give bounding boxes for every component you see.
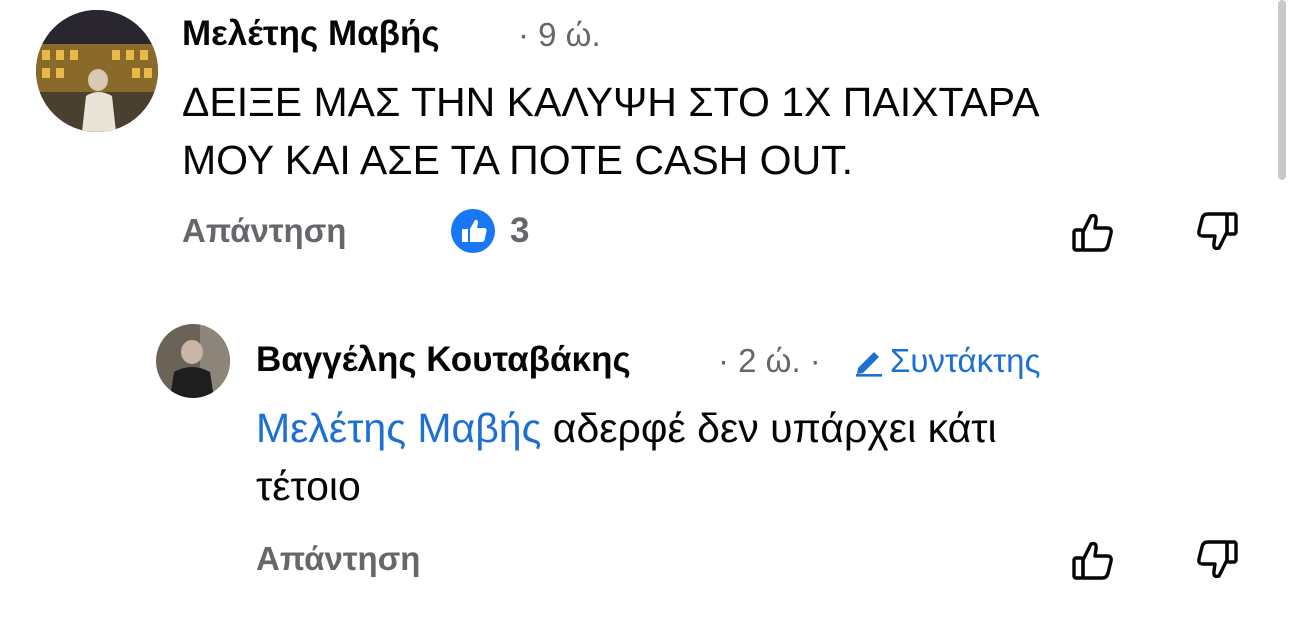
comment-text-line-2: τέτοιο [256,463,361,509]
author-role-badge: Συντάκτης [852,342,1040,380]
comment-text-line-2: ΜΟΥ ΚΑΙ ΑΣΕ ΤΑ ΠΟΤΕ CASH OUT. [182,137,854,183]
comment-text-line-1: Μελέτης Μαβής αδερφέ δεν υπάρχει κάτι [256,400,997,456]
like-count: 3 [510,211,530,250]
dislike-button[interactable] [1194,208,1242,256]
reactions[interactable]: 3 [450,206,529,256]
avatar[interactable] [36,10,158,132]
comment-time[interactable]: · 9 ώ. [518,16,601,54]
scrollbar[interactable] [1278,0,1286,180]
thumbs-up-icon [1072,541,1113,580]
comment-author[interactable]: Μελέτης Μαβής [182,14,440,54]
comment-author[interactable]: Βαγγέλης Κουταβάκης [256,340,631,380]
pencil-icon [856,352,882,377]
reply-button[interactable]: Απάντηση [256,540,420,578]
like-reaction-icon [450,208,496,254]
comment-time[interactable]: · 2 ώ. · [718,342,821,380]
mention-link[interactable]: Μελέτης Μαβής [256,405,541,451]
thumbs-down-icon [1197,540,1238,579]
role-label: Συντάκτης [890,342,1041,379]
dislike-button[interactable] [1194,536,1242,584]
reply-button[interactable]: Απάντηση [182,212,346,250]
thumbs-up-icon [1072,213,1113,252]
thumbs-down-icon [1197,212,1238,251]
like-button[interactable] [1068,536,1116,584]
like-button[interactable] [1068,208,1116,256]
avatar[interactable] [156,324,230,398]
comment-text: αδερφέ δεν υπάρχει κάτι [541,405,997,451]
comment-text-line-1: ΔΕΙΞΕ ΜΑΣ ΤΗΝ ΚΑΛΥΨΗ ΣΤΟ 1Χ ΠΑΙΧΤΑΡΑ [182,79,1040,125]
